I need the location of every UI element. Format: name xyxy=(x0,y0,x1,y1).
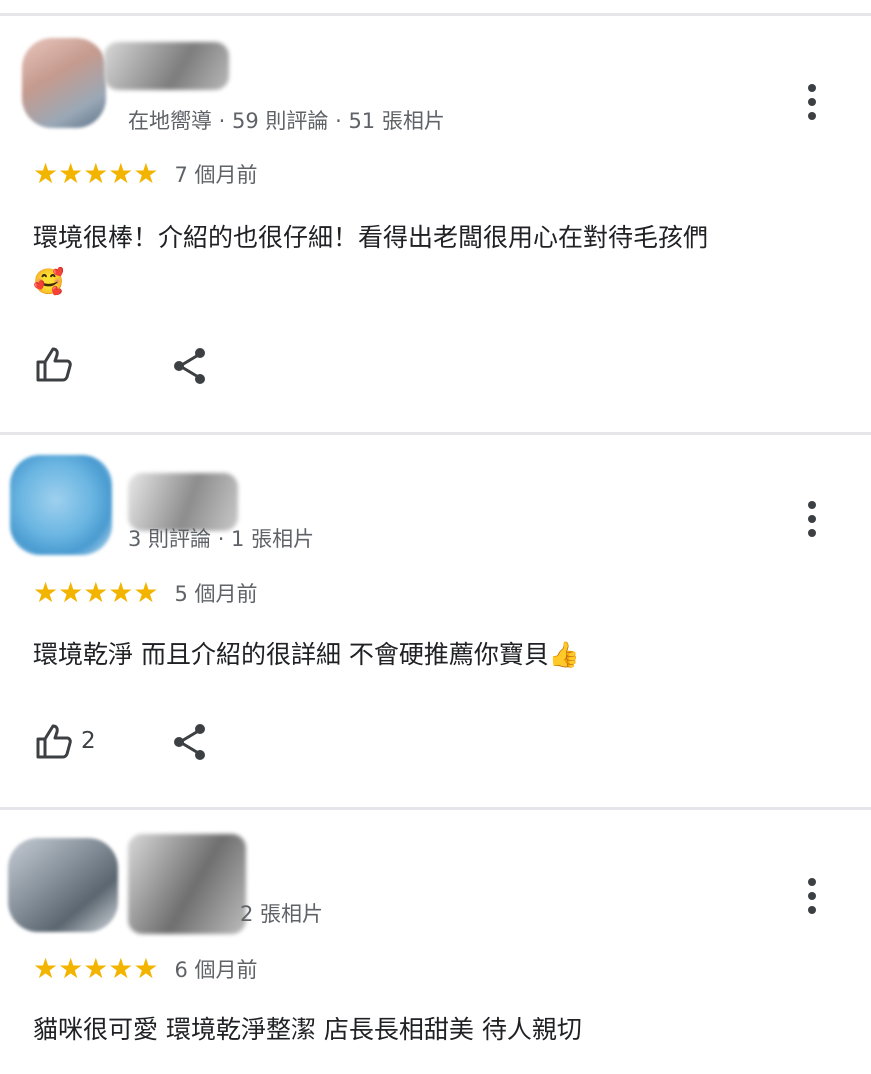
share-button[interactable] xyxy=(172,723,208,761)
reviewer-meta: 在地嚮導 · 59 則評論 · 51 張相片 xyxy=(128,109,445,133)
star-rating: ★★★★★ xyxy=(33,157,159,190)
like-count: 2 xyxy=(81,728,96,754)
thumbs-up-icon xyxy=(36,724,72,759)
review-text: 貓咪很可愛 環境乾淨整潔 店長長相甜美 待人親切 xyxy=(33,1008,843,1052)
share-icon xyxy=(174,348,205,384)
share-button[interactable] xyxy=(172,347,208,385)
reviewer-name-blurred[interactable] xyxy=(104,42,229,90)
review-card: 3 則評論 · 1 張相片 ★★★★★ 5 個月前 環境乾淨 而且介紹的很詳細 … xyxy=(0,435,871,807)
review-time: 6 個月前 xyxy=(174,958,258,982)
star-rating: ★★★★★ xyxy=(33,576,159,609)
star-rating: ★★★★★ xyxy=(33,952,159,985)
more-vert-icon[interactable] xyxy=(800,501,824,537)
rating-row: ★★★★★ 5 個月前 xyxy=(33,578,258,608)
thumbs-up-icon xyxy=(36,347,72,382)
like-button[interactable]: 2 xyxy=(35,722,96,760)
like-button[interactable] xyxy=(35,345,81,383)
reviewer-meta: 3 則評論 · 1 張相片 xyxy=(128,527,315,551)
review-text-line: 貓咪很可愛 環境乾淨整潔 店長長相甜美 待人親切 xyxy=(33,1015,582,1044)
review-text: 環境乾淨 而且介紹的很詳細 不會硬推薦你寶貝👍 xyxy=(33,633,843,677)
review-text-line: 環境很棒！介紹的也很仔細！看得出老闆很用心在對待毛孩們 xyxy=(33,223,709,252)
review-card: 2 張相片 ★★★★★ 6 個月前 貓咪很可愛 環境乾淨整潔 店長長相甜美 待人… xyxy=(0,810,871,1074)
reviewer-avatar[interactable] xyxy=(22,38,106,128)
review-time: 5 個月前 xyxy=(174,582,258,606)
review-time: 7 個月前 xyxy=(174,163,258,187)
review-text-line: 環境乾淨 而且介紹的很詳細 不會硬推薦你寶貝👍 xyxy=(33,640,581,669)
review-text: 環境很棒！介紹的也很仔細！看得出老闆很用心在對待毛孩們 🥰 xyxy=(33,216,843,304)
more-vert-icon[interactable] xyxy=(800,878,824,914)
review-card: 在地嚮導 · 59 則評論 · 51 張相片 ★★★★★ 7 個月前 環境很棒！… xyxy=(0,16,871,432)
rating-row: ★★★★★ 6 個月前 xyxy=(33,954,258,984)
more-vert-icon[interactable] xyxy=(800,84,824,120)
reviewer-name-blurred[interactable] xyxy=(128,834,246,934)
reviewer-meta: 2 張相片 xyxy=(240,902,324,926)
share-icon xyxy=(174,724,205,760)
reviewer-avatar[interactable] xyxy=(10,455,112,555)
reviewer-avatar[interactable] xyxy=(8,838,118,932)
review-text-line: 🥰 xyxy=(33,267,65,296)
rating-row: ★★★★★ 7 個月前 xyxy=(33,159,258,189)
